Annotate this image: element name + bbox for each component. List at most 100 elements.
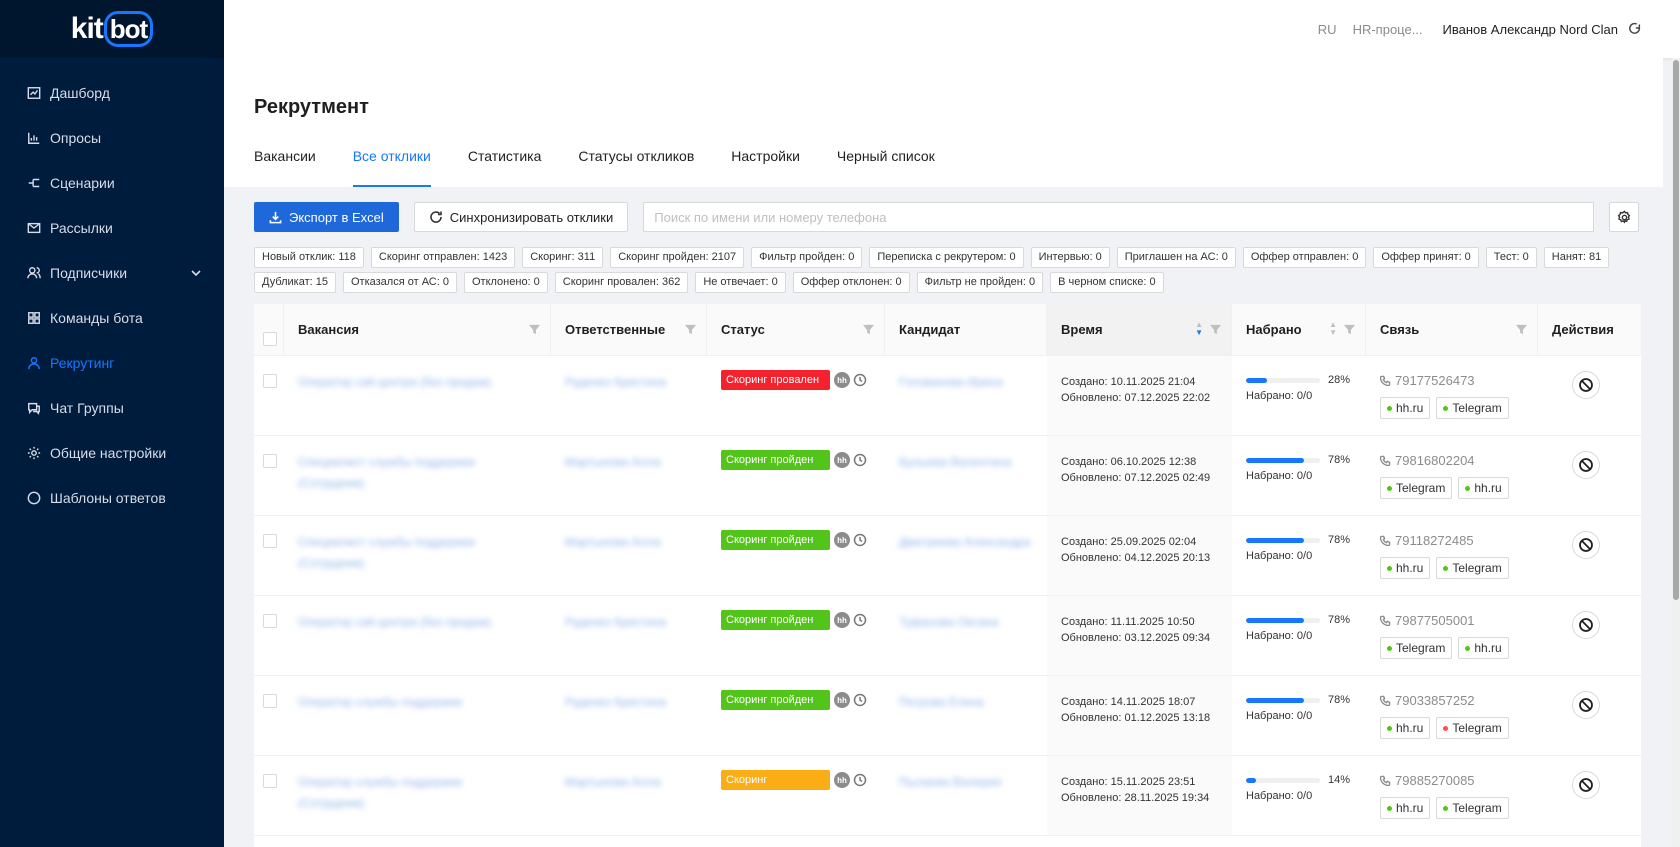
language-switcher[interactable]: RU [1318, 22, 1337, 37]
clock-icon[interactable] [850, 533, 867, 547]
select-all-checkbox[interactable] [263, 331, 277, 346]
vacancy-link[interactable]: Оператор службы поддержки (Сотрудник) [298, 756, 551, 814]
sidebar-item-general-settings[interactable]: Общие настройки [0, 430, 224, 475]
contact-link[interactable]: hh.ru [1458, 637, 1509, 659]
sidebar-item-chat-groups[interactable]: Чат Группы [0, 385, 224, 430]
status-chip[interactable]: Скоринг: 311 [522, 247, 604, 268]
status-badge[interactable]: Скоринг провален [721, 370, 830, 390]
block-candidate-button[interactable] [1572, 531, 1600, 559]
contact-link[interactable]: Telegram [1436, 557, 1509, 579]
search-input[interactable] [643, 202, 1595, 232]
table-row[interactable]: Специалист службы поддержки (Сотрудник) … [254, 516, 1641, 596]
tab-settings[interactable]: Настройки [731, 146, 800, 187]
candidate-name[interactable]: Петрова Елена [899, 676, 1047, 713]
block-candidate-button[interactable] [1572, 371, 1600, 399]
status-chip[interactable]: Оффер отправлен: 0 [1242, 247, 1367, 268]
status-chip[interactable]: В черном списке: 0 [1050, 272, 1164, 293]
page-scrollbar[interactable] [1672, 58, 1680, 847]
user-name[interactable]: Иванов Александр Nord Clan [1443, 22, 1618, 37]
hh-icon[interactable]: hh [834, 532, 850, 548]
sidebar-item-recruiting[interactable]: Рекрутинг [0, 340, 224, 385]
status-chip[interactable]: Дубликат: 15 [254, 272, 336, 293]
table-row[interactable]: Специалист службы поддержки (Сотрудник) … [254, 436, 1641, 516]
hh-icon[interactable]: hh [834, 692, 850, 708]
row-checkbox[interactable] [263, 454, 277, 468]
block-candidate-button[interactable] [1572, 611, 1600, 639]
status-chip[interactable]: Скоринг отправлен: 1423 [370, 247, 516, 268]
export-excel-button[interactable]: Экспорт в Excel [254, 202, 399, 232]
sort-icon[interactable]: ▲ ▼ [1329, 321, 1337, 337]
clock-icon[interactable] [850, 373, 867, 387]
status-chip[interactable]: Переписка с рекрутером: 0 [869, 247, 1024, 268]
responsible-name[interactable]: Руденко Кристина [565, 356, 707, 393]
contact-link[interactable]: Telegram [1436, 717, 1509, 739]
sync-responses-button[interactable]: Синхронизировать отклики [413, 202, 629, 232]
row-checkbox[interactable] [263, 534, 277, 548]
status-chip[interactable]: Фильтр не пройден: 0 [916, 272, 1044, 293]
table-row[interactable]: Оператор call-центра (без продаж) Руденк… [254, 596, 1641, 676]
candidate-name[interactable]: Пылаева Валерия [899, 756, 1047, 793]
status-chip[interactable]: Отказался от АС: 0 [343, 272, 457, 293]
sidebar-item-subscribers[interactable]: Подписчики [0, 250, 224, 295]
scrollbar-thumb[interactable] [1673, 60, 1679, 600]
clock-icon[interactable] [850, 453, 867, 467]
hh-icon[interactable]: hh [834, 772, 850, 788]
status-chip[interactable]: Тест: 0 [1485, 247, 1537, 268]
hh-icon[interactable]: hh [834, 612, 850, 628]
sort-icon[interactable]: ▲ ▼ [1195, 321, 1203, 337]
row-checkbox[interactable] [263, 694, 277, 708]
row-checkbox[interactable] [263, 774, 277, 788]
tab-all-responses[interactable]: Все отклики [352, 146, 431, 187]
block-candidate-button[interactable] [1572, 771, 1600, 799]
row-checkbox[interactable] [263, 374, 277, 388]
status-chip[interactable]: Оффер принят: 0 [1373, 247, 1479, 268]
logo[interactable]: kit bot [0, 0, 224, 58]
sidebar-item-mailings[interactable]: Рассылки [0, 205, 224, 250]
status-badge[interactable]: Скоринг пройден [721, 610, 830, 630]
status-chip[interactable]: Отклонено: 0 [463, 272, 548, 293]
contact-link[interactable]: hh.ru [1380, 557, 1431, 579]
candidate-name[interactable]: Дмитриева Александра [899, 516, 1047, 553]
responsible-name[interactable]: Мартынова Алла [565, 516, 707, 553]
vacancy-link[interactable]: Специалист службы поддержки (Сотрудник) [298, 516, 551, 574]
sidebar-item-dashboard[interactable]: Дашборд [0, 70, 224, 115]
contact-link[interactable]: Telegram [1380, 477, 1453, 499]
vacancy-link[interactable]: Оператор call-центра (без продаж) [298, 596, 551, 633]
phone-number[interactable]: 79877505001 [1380, 596, 1538, 628]
contact-link[interactable]: Telegram [1380, 637, 1453, 659]
status-chip[interactable]: Приглашен на АС: 0 [1116, 247, 1236, 268]
responsible-name[interactable]: Мартынова Алла [565, 436, 707, 473]
phone-number[interactable]: 79177526473 [1380, 356, 1538, 388]
responsible-name[interactable]: Мартынова Алла [565, 756, 707, 793]
status-chip[interactable]: Новый отклик: 118 [254, 247, 364, 268]
status-badge[interactable]: Скоринг пройден [721, 530, 830, 550]
process-selector[interactable]: HR-проце... [1353, 22, 1423, 37]
contact-link[interactable]: Telegram [1436, 797, 1509, 819]
status-chip[interactable]: Не отвечает: 0 [695, 272, 786, 293]
clock-icon[interactable] [850, 773, 867, 787]
filter-icon[interactable] [863, 323, 874, 338]
chevron-down-icon[interactable] [190, 266, 202, 282]
sidebar-item-bot-commands[interactable]: Команды бота [0, 295, 224, 340]
status-chip[interactable]: Скоринг пройден: 2107 [610, 247, 745, 268]
tab-response-statuses[interactable]: Статусы откликов [578, 146, 694, 187]
table-row[interactable]: Оператор call-центра (без продаж) Руденк… [254, 356, 1641, 436]
status-chip[interactable]: Фильтр пройден: 0 [751, 247, 863, 268]
status-chip[interactable]: Скоринг провален: 362 [554, 272, 689, 293]
status-badge[interactable]: Скоринг [721, 770, 830, 790]
filter-icon[interactable] [685, 323, 696, 338]
contact-link[interactable]: hh.ru [1380, 797, 1431, 819]
clock-icon[interactable] [850, 693, 867, 707]
block-candidate-button[interactable] [1572, 691, 1600, 719]
candidate-name[interactable]: Туфанова Оксана [899, 596, 1047, 633]
status-chip[interactable]: Нанят: 81 [1543, 247, 1610, 268]
filter-icon[interactable] [1210, 323, 1221, 338]
filter-icon[interactable] [529, 323, 540, 338]
table-row[interactable]: Оператор службы поддержки (Сотрудник) Ма… [254, 756, 1641, 836]
row-checkbox[interactable] [263, 614, 277, 628]
responsible-name[interactable]: Руденко Кристина [565, 676, 707, 713]
sidebar-item-scenarios[interactable]: Сценарии [0, 160, 224, 205]
filter-icon[interactable] [1344, 323, 1355, 338]
sidebar-item-surveys[interactable]: Опросы [0, 115, 224, 160]
hh-icon[interactable]: hh [834, 452, 850, 468]
